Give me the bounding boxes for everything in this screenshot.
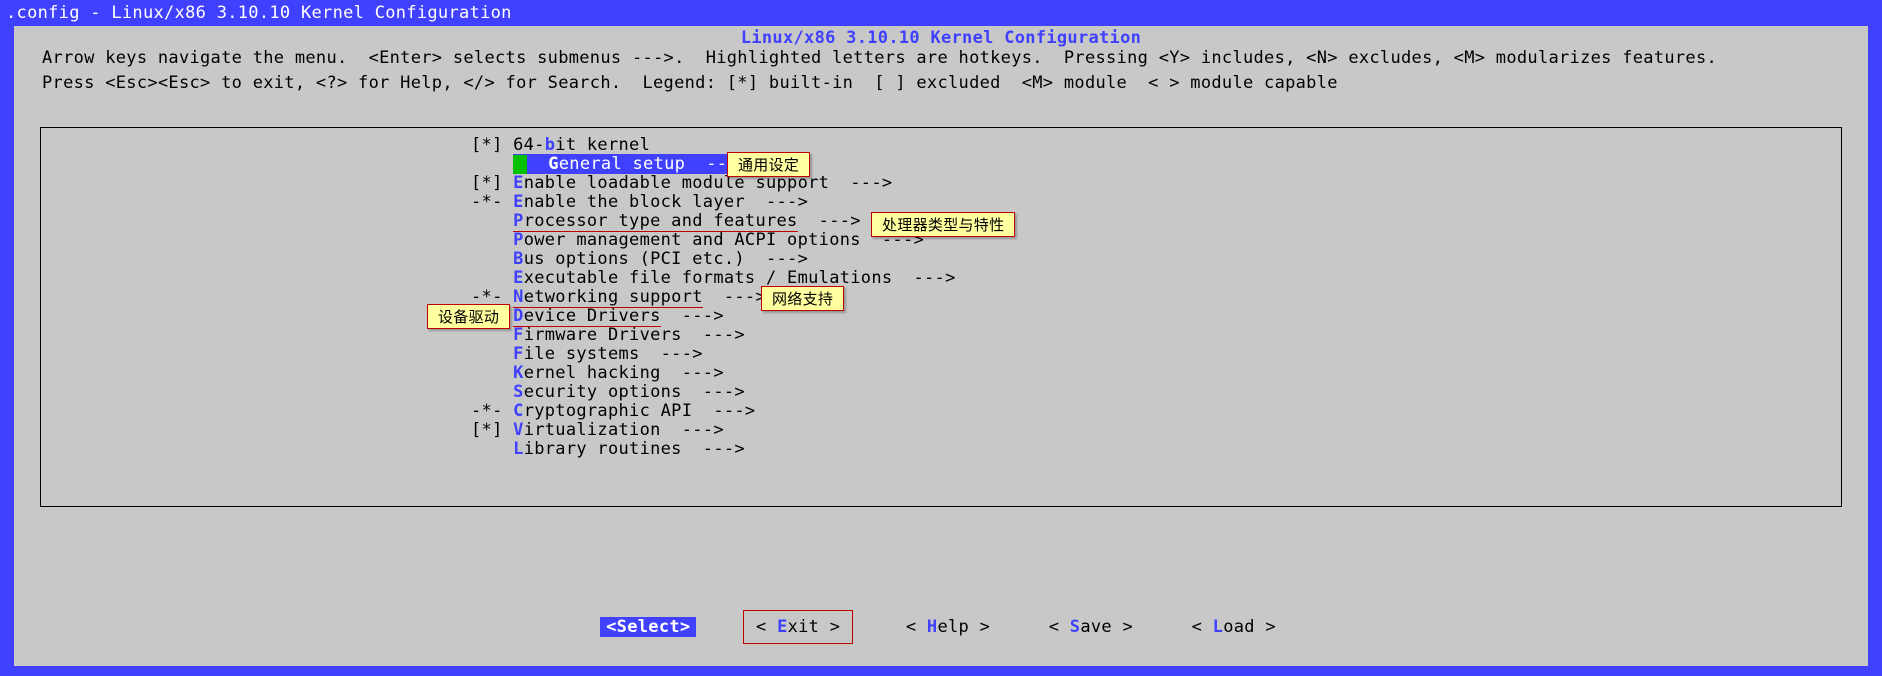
menu-item[interactable]: [*] Enable loadable module support ---> (471, 174, 956, 193)
hotkey-char: b (545, 135, 556, 155)
hotkey-char: B (513, 249, 524, 269)
menu-item-label: General setup ---> (513, 154, 752, 174)
save-button[interactable]: < Save > (1043, 617, 1139, 637)
button-bar: <Select> < Exit > < Help > < Save > < Lo… (14, 610, 1868, 644)
menu-list: [*] 64-bit kernel General setup --->[*] … (471, 136, 956, 459)
menu-item-label: 64-bit kernel (513, 135, 650, 155)
hotkey-char: F (513, 325, 524, 345)
hotkey-char: D (513, 306, 524, 326)
menu-item[interactable]: Bus options (PCI etc.) ---> (471, 250, 956, 269)
help-button[interactable]: < Help > (900, 617, 996, 637)
menu-item-label: Bus options (PCI etc.) ---> (513, 249, 808, 269)
help-text-line1: Arrow keys navigate the menu. <Enter> se… (14, 48, 1868, 73)
menu-item-state (471, 382, 513, 402)
menu-item-state (471, 211, 513, 231)
menu-item[interactable]: [*] 64-bit kernel (471, 136, 956, 155)
menu-item[interactable]: Executable file formats / Emulations ---… (471, 269, 956, 288)
menu-item-state (471, 344, 513, 364)
menu-item[interactable]: -*- Enable the block layer ---> (471, 193, 956, 212)
help-text-line2: Press <Esc><Esc> to exit, <?> for Help, … (14, 73, 1868, 98)
dialog-title: Linux/x86 3.10.10 Kernel Configuration (14, 26, 1868, 48)
menu-item[interactable]: File systems ---> (471, 345, 956, 364)
menu-item-state: [*] (471, 135, 513, 155)
dialog-frame: Linux/x86 3.10.10 Kernel Configuration A… (14, 26, 1868, 666)
menu-item-state (471, 249, 513, 269)
menu-item[interactable]: Device Drivers ---> (471, 307, 956, 326)
menu-item-state: [*] (471, 420, 513, 440)
annotation-device: 设备驱动 (427, 304, 510, 329)
menu-item-label: Virtualization ---> (513, 420, 724, 440)
menu-item-label: Cryptographic API ---> (513, 401, 755, 421)
hotkey-char: L (513, 439, 524, 459)
menu-item[interactable]: General setup ---> (471, 155, 956, 174)
hotkey-char: G (548, 154, 559, 174)
hotkey-char: F (513, 344, 524, 364)
menu-item-label: Enable loadable module support ---> (513, 173, 892, 193)
menu-item-state: -*- (471, 401, 513, 421)
menu-item[interactable]: Security options ---> (471, 383, 956, 402)
hotkey-char: V (513, 420, 524, 440)
hotkey-char: N (513, 287, 524, 307)
menu-item-state (471, 439, 513, 459)
hotkey-char: S (513, 382, 524, 402)
menu-item-state (471, 363, 513, 383)
annotation-processor: 处理器类型与特性 (871, 212, 1015, 237)
menu-item-label: Power management and ACPI options ---> (513, 230, 924, 250)
menu-item[interactable]: [*] Virtualization ---> (471, 421, 956, 440)
menu-item-state: -*- (471, 192, 513, 212)
hotkey-char: E (513, 268, 524, 288)
annotation-network: 网络支持 (761, 286, 844, 311)
menu-item-label: Library routines ---> (513, 439, 745, 459)
menu-item-label: Processor type and features ---> (513, 211, 861, 232)
menu-item-label: Security options ---> (513, 382, 745, 402)
menu-item-state (471, 154, 513, 174)
menu-item[interactable]: Kernel hacking ---> (471, 364, 956, 383)
menu-item-label: Firmware Drivers ---> (513, 325, 745, 345)
load-button[interactable]: < Load > (1186, 617, 1282, 637)
menu-frame: [*] 64-bit kernel General setup --->[*] … (40, 127, 1842, 507)
select-button[interactable]: <Select> (600, 617, 696, 637)
hotkey-char: C (513, 401, 524, 421)
selection-indicator (513, 155, 527, 174)
menu-item-state (471, 230, 513, 250)
hotkey-char: K (513, 363, 524, 383)
menu-item-state: [*] (471, 173, 513, 193)
menu-item[interactable]: -*- Networking support ---> (471, 288, 956, 307)
exit-button[interactable]: < Exit > (743, 610, 853, 644)
menu-item-label: Kernel hacking ---> (513, 363, 724, 383)
hotkey-char: E (513, 192, 524, 212)
menu-item-label: Executable file formats / Emulations ---… (513, 268, 955, 288)
menu-item[interactable]: -*- Cryptographic API ---> (471, 402, 956, 421)
menu-item-label: Enable the block layer ---> (513, 192, 808, 212)
menu-item[interactable]: Library routines ---> (471, 440, 956, 459)
menu-item-label: Networking support ---> (513, 287, 766, 308)
menu-item-label: Device Drivers ---> (513, 306, 724, 327)
hotkey-char: P (513, 230, 524, 250)
hotkey-char: E (513, 173, 524, 193)
window-titlebar: .config - Linux/x86 3.10.10 Kernel Confi… (0, 0, 1882, 26)
hotkey-char: P (513, 211, 524, 231)
menu-item-state (471, 268, 513, 288)
annotation-general: 通用设定 (727, 152, 810, 177)
menu-item[interactable]: Firmware Drivers ---> (471, 326, 956, 345)
menu-item-label: File systems ---> (513, 344, 703, 364)
